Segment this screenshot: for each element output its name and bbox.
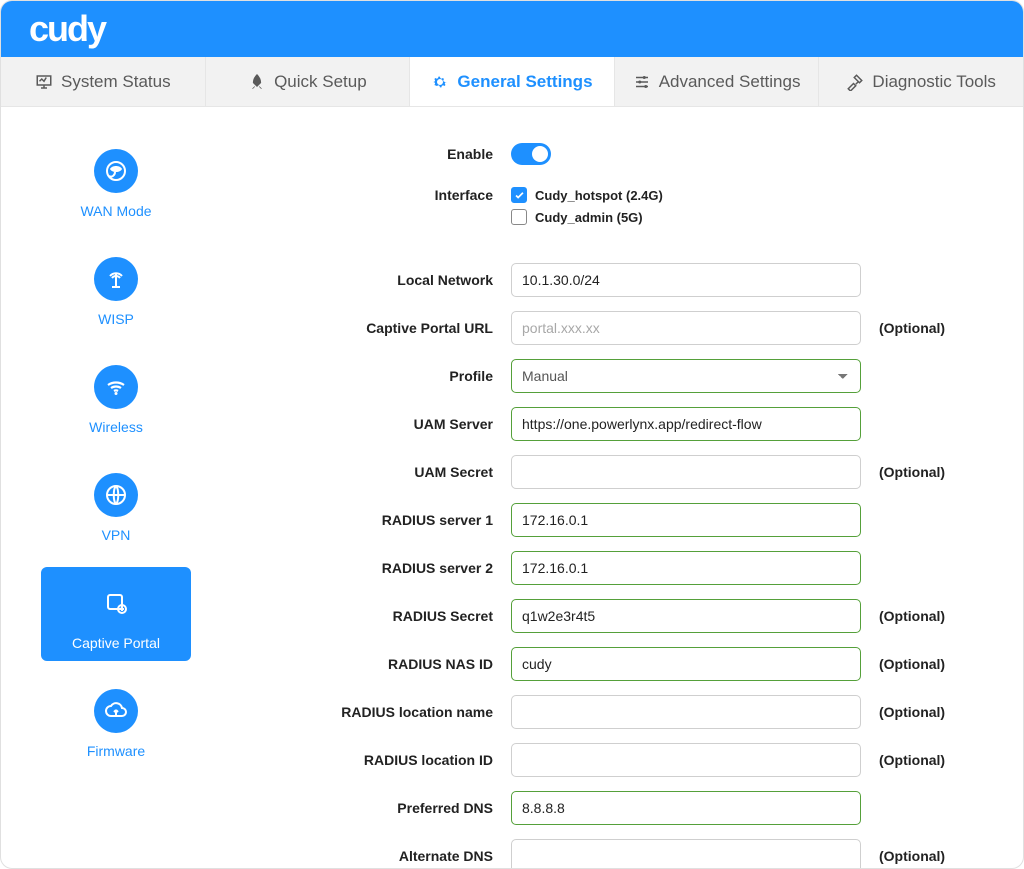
alternate-dns-input[interactable]: [511, 839, 861, 868]
preferred-dns-input[interactable]: [511, 791, 861, 825]
tab-label: System Status: [61, 72, 171, 92]
optional-tag: (Optional): [861, 656, 993, 672]
sidebar: WAN Mode WISP Wireless VPN: [1, 107, 231, 868]
optional-tag: (Optional): [861, 704, 993, 720]
tab-advanced-settings[interactable]: Advanced Settings: [615, 57, 820, 106]
optional-tag: (Optional): [861, 848, 993, 864]
cloud-up-icon: [94, 689, 138, 733]
tab-label: Advanced Settings: [659, 72, 801, 92]
sidebar-item-label: WAN Mode: [41, 203, 191, 219]
label-profile: Profile: [231, 368, 511, 384]
label-local-network: Local Network: [231, 272, 511, 288]
radius-server-1-input[interactable]: [511, 503, 861, 537]
antenna-icon: [94, 257, 138, 301]
radius-location-id-input[interactable]: [511, 743, 861, 777]
profile-select[interactable]: Manual: [511, 359, 861, 393]
label-radius-location-id: RADIUS location ID: [231, 752, 511, 768]
radius-location-name-input[interactable]: [511, 695, 861, 729]
radius-nas-id-input[interactable]: [511, 647, 861, 681]
radius-secret-input[interactable]: [511, 599, 861, 633]
monitor-icon: [35, 73, 53, 91]
body: WAN Mode WISP Wireless VPN: [1, 107, 1023, 868]
brand-logo: cudy: [29, 8, 105, 50]
uam-secret-input[interactable]: [511, 455, 861, 489]
label-radius-location-name: RADIUS location name: [231, 704, 511, 720]
sidebar-item-wireless[interactable]: Wireless: [41, 351, 191, 445]
optional-tag: (Optional): [861, 608, 993, 624]
header: cudy: [1, 1, 1023, 57]
sidebar-item-vpn[interactable]: VPN: [41, 459, 191, 553]
settings-form: Enable Interface Cudy_hotspot (2.4G) Cud…: [231, 107, 1023, 868]
sliders-icon: [633, 73, 651, 91]
sidebar-item-captive-portal[interactable]: Captive Portal: [41, 567, 191, 661]
gear-icon: [431, 73, 449, 91]
interface-options: Cudy_hotspot (2.4G) Cudy_admin (5G): [511, 187, 861, 231]
checkbox-label: Cudy_admin (5G): [535, 210, 643, 225]
sidebar-item-label: VPN: [41, 527, 191, 543]
tools-icon: [846, 73, 864, 91]
rocket-icon: [248, 73, 266, 91]
checkbox-label: Cudy_hotspot (2.4G): [535, 188, 663, 203]
label-preferred-dns: Preferred DNS: [231, 800, 511, 816]
label-interface: Interface: [231, 187, 511, 203]
label-uam-secret: UAM Secret: [231, 464, 511, 480]
globe-ie-icon: [94, 149, 138, 193]
label-radius-server-1: RADIUS server 1: [231, 512, 511, 528]
label-captive-portal-url: Captive Portal URL: [231, 320, 511, 336]
label-enable: Enable: [231, 146, 511, 162]
portal-icon: [94, 581, 138, 625]
tab-quick-setup[interactable]: Quick Setup: [206, 57, 411, 106]
app-window: cudy System Status Quick Setup General S…: [0, 0, 1024, 869]
label-radius-secret: RADIUS Secret: [231, 608, 511, 624]
sidebar-item-label: Captive Portal: [41, 635, 191, 651]
optional-tag: (Optional): [861, 320, 993, 336]
label-radius-nas-id: RADIUS NAS ID: [231, 656, 511, 672]
sidebar-item-label: WISP: [41, 311, 191, 327]
sidebar-item-label: Firmware: [41, 743, 191, 759]
label-alternate-dns: Alternate DNS: [231, 848, 511, 864]
optional-tag: (Optional): [861, 464, 993, 480]
enable-toggle[interactable]: [511, 143, 551, 165]
checkbox-interface-1[interactable]: Cudy_admin (5G): [511, 209, 861, 225]
tab-label: General Settings: [457, 72, 592, 92]
tab-label: Diagnostic Tools: [872, 72, 995, 92]
tab-diagnostic-tools[interactable]: Diagnostic Tools: [819, 57, 1023, 106]
sidebar-item-wan-mode[interactable]: WAN Mode: [41, 135, 191, 229]
uam-server-input[interactable]: [511, 407, 861, 441]
tab-general-settings[interactable]: General Settings: [410, 57, 615, 106]
captive-portal-url-input[interactable]: [511, 311, 861, 345]
wifi-icon: [94, 365, 138, 409]
sidebar-item-label: Wireless: [41, 419, 191, 435]
local-network-input[interactable]: [511, 263, 861, 297]
optional-tag: (Optional): [861, 752, 993, 768]
radius-server-2-input[interactable]: [511, 551, 861, 585]
sidebar-item-wisp[interactable]: WISP: [41, 243, 191, 337]
sidebar-item-firmware[interactable]: Firmware: [41, 675, 191, 769]
label-uam-server: UAM Server: [231, 416, 511, 432]
globe-grid-icon: [94, 473, 138, 517]
top-nav: System Status Quick Setup General Settin…: [1, 57, 1023, 107]
checkbox-interface-0[interactable]: Cudy_hotspot (2.4G): [511, 187, 861, 203]
tab-system-status[interactable]: System Status: [1, 57, 206, 106]
tab-label: Quick Setup: [274, 72, 367, 92]
label-radius-server-2: RADIUS server 2: [231, 560, 511, 576]
